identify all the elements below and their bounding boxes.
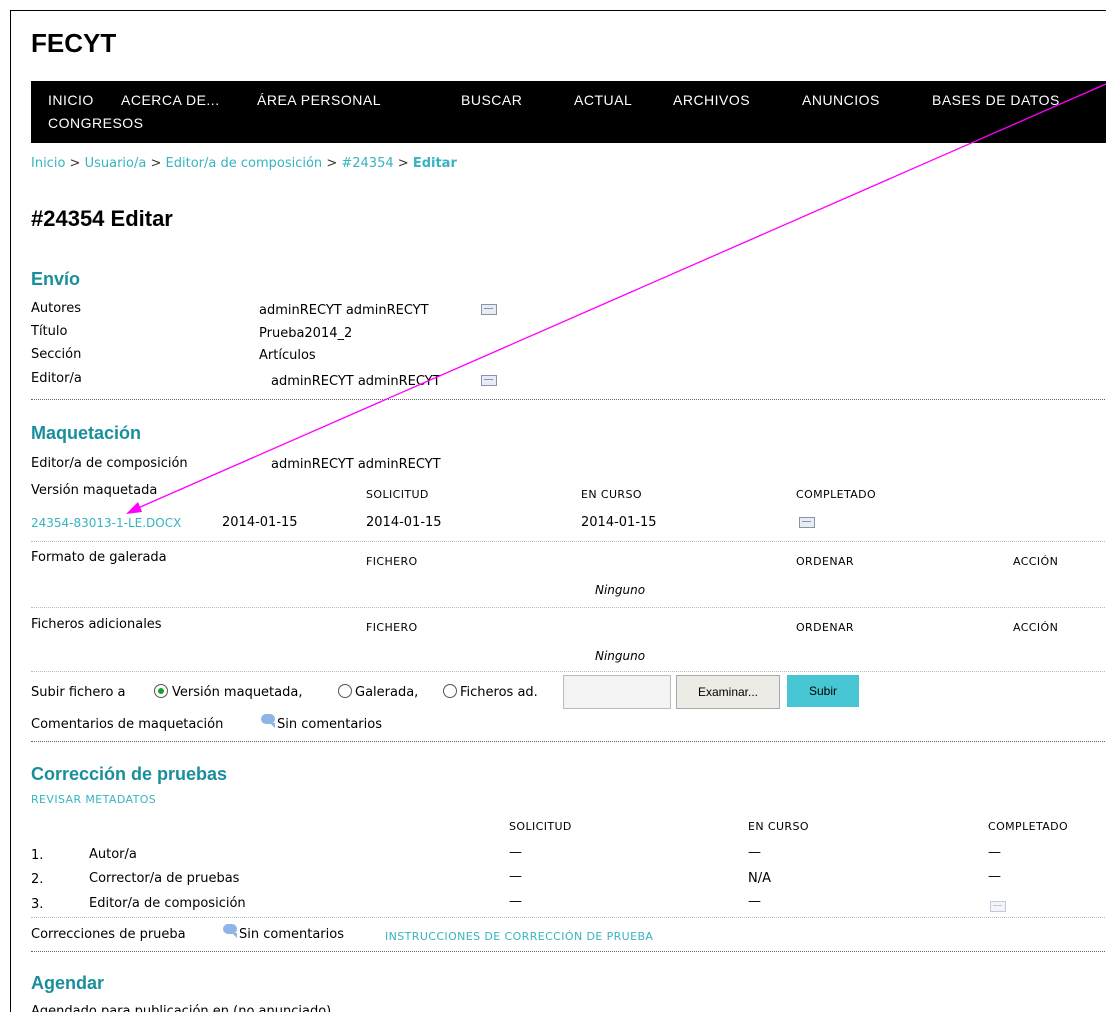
annotation-arrow-head — [126, 502, 142, 514]
annotation-arrow-line — [137, 83, 1106, 509]
annotation-arrow — [126, 83, 1106, 514]
